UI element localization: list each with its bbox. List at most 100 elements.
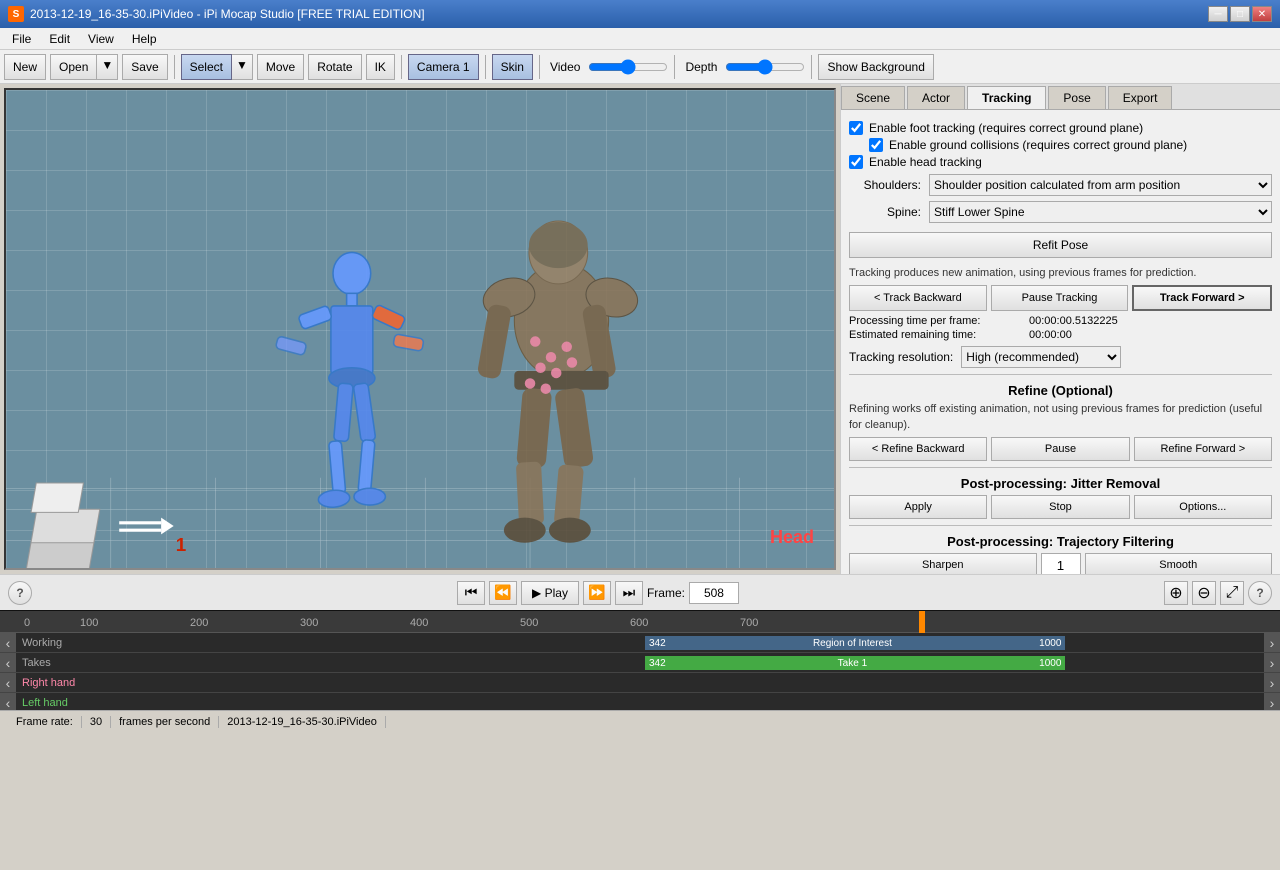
prev-frame-button[interactable]: ⏪ [489, 581, 517, 605]
next-frame-button[interactable]: ⏩ [583, 581, 611, 605]
timeline-takes-right[interactable]: › [1264, 653, 1280, 672]
save-button[interactable]: Save [122, 54, 167, 80]
toolbar-separator-6 [811, 55, 812, 79]
toolbar-separator-4 [539, 55, 540, 79]
last-frame-button[interactable]: ⏭ [615, 581, 643, 605]
tabs-bar: Scene Actor Tracking Pose Export [841, 84, 1280, 110]
timeline-left-nav[interactable]: ‹ [0, 633, 16, 652]
tab-export[interactable]: Export [1108, 86, 1173, 109]
ik-button[interactable]: IK [366, 54, 395, 80]
first-frame-button[interactable]: ⏮ [457, 581, 485, 605]
menu-edit[interactable]: Edit [41, 30, 78, 48]
refine-backward-button[interactable]: < Refine Backward [849, 437, 987, 461]
spine-label: Spine: [849, 205, 929, 219]
head-label: Head [770, 527, 814, 548]
menu-view[interactable]: View [80, 30, 122, 48]
pause-refine-button[interactable]: Pause [991, 437, 1129, 461]
apply-button[interactable]: Apply [849, 495, 987, 519]
refit-pose-button[interactable]: Refit Pose [849, 232, 1272, 258]
zoom-out-button[interactable]: ⊖ [1192, 581, 1216, 605]
trajectory-value-input[interactable] [1041, 553, 1081, 574]
titlebar-left: S 2013-12-19_16-35-30.iPiVideo - iPi Moc… [8, 6, 425, 22]
tab-pose[interactable]: Pose [1048, 86, 1105, 109]
tab-scene[interactable]: Scene [841, 86, 905, 109]
resolution-select[interactable]: LowMediumHigh (recommended)Ultra [961, 346, 1121, 368]
enable-foot-tracking-checkbox[interactable] [849, 121, 863, 135]
tracking-info: Tracking produces new animation, using p… [849, 266, 1272, 281]
enable-ground-collisions-checkbox[interactable] [869, 138, 883, 152]
menu-file[interactable]: File [4, 30, 39, 48]
minimize-button[interactable]: ─ [1208, 6, 1228, 22]
open-button[interactable]: Open [50, 54, 97, 80]
framerate-unit: frames per second [111, 716, 219, 728]
show-background-button[interactable]: Show Background [818, 54, 933, 80]
track-forward-button[interactable]: Track Forward > [1132, 285, 1272, 311]
close-button[interactable]: ✕ [1252, 6, 1272, 22]
enable-head-tracking-checkbox[interactable] [849, 155, 863, 169]
zoom-fit-button[interactable]: ⤢ [1220, 581, 1244, 605]
select-dropdown-arrow[interactable]: ▼ [232, 54, 253, 80]
rotate-button[interactable]: Rotate [308, 54, 361, 80]
takes-content: 342 Take 1 1000 [96, 653, 1264, 672]
tab-actor[interactable]: Actor [907, 86, 965, 109]
ground-collisions-row: Enable ground collisions (requires corre… [869, 138, 1272, 152]
shoulders-select[interactable]: Shoulder position calculated from arm po… [929, 174, 1272, 196]
titlebar-controls[interactable]: ─ □ ✕ [1208, 6, 1272, 22]
resolution-label: Tracking resolution: [849, 350, 961, 364]
tab-tracking[interactable]: Tracking [967, 86, 1046, 109]
menu-help[interactable]: Help [124, 30, 165, 48]
foot-tracking-row: Enable foot tracking (requires correct g… [849, 121, 1272, 135]
video-label: Video [546, 60, 584, 74]
ground-collisions-label: Enable ground collisions (requires corre… [889, 138, 1187, 152]
toolbar-separator-3 [485, 55, 486, 79]
framerate-label: Frame rate: [8, 716, 82, 728]
timeline-ruler: 0 100 200 300 400 500 600 700 [0, 611, 1280, 633]
open-dropdown[interactable]: Open ▼ [50, 54, 118, 80]
takes-label: Takes [16, 657, 96, 669]
options-button[interactable]: Options... [1134, 495, 1272, 519]
sharpen-button[interactable]: Sharpen [849, 553, 1037, 574]
processing-time-label: Processing time per frame: [849, 315, 1029, 327]
depth-slider[interactable] [725, 58, 805, 76]
processing-time-row: Processing time per frame: 00:00:00.5132… [849, 315, 1272, 327]
camera-button[interactable]: Camera 1 [408, 54, 479, 80]
svg-text:400: 400 [410, 617, 428, 629]
video-slider[interactable] [588, 58, 668, 76]
takes-bar-start: 342 [649, 658, 666, 669]
jitter-title: Post-processing: Jitter Removal [849, 476, 1272, 491]
select-dropdown[interactable]: Select ▼ [181, 54, 253, 80]
move-button[interactable]: Move [257, 54, 304, 80]
shoulders-row: Shoulders: Shoulder position calculated … [849, 174, 1272, 196]
frame-input[interactable] [689, 582, 739, 604]
smooth-button[interactable]: Smooth [1085, 553, 1273, 574]
timeline[interactable]: 0 100 200 300 400 500 600 700 ‹ Working … [0, 610, 1280, 710]
refine-title: Refine (Optional) [849, 383, 1272, 398]
playback-right: ⊕ ⊖ ⤢ ? [1164, 581, 1272, 605]
divider-1 [849, 374, 1272, 375]
skin-button[interactable]: Skin [492, 54, 533, 80]
pause-tracking-button[interactable]: Pause Tracking [991, 285, 1129, 311]
svg-text:300: 300 [300, 617, 318, 629]
resolution-row: Tracking resolution: LowMediumHigh (reco… [849, 346, 1272, 368]
maximize-button[interactable]: □ [1230, 6, 1250, 22]
open-dropdown-arrow[interactable]: ▼ [97, 54, 118, 80]
divider-3 [849, 525, 1272, 526]
timeline-right-nav[interactable]: › [1264, 633, 1280, 652]
track-backward-button[interactable]: < Track Backward [849, 285, 987, 311]
play-button[interactable]: ▶ Play [521, 581, 579, 605]
spine-select[interactable]: Stiff Lower Spine [929, 201, 1272, 223]
playback-center: ⏮ ⏪ ▶ Play ⏩ ⏭ Frame: [457, 581, 739, 605]
help-button-right[interactable]: ? [1248, 581, 1272, 605]
help-button-left[interactable]: ? [8, 581, 32, 605]
trajectory-title: Post-processing: Trajectory Filtering [849, 534, 1272, 549]
stop-button[interactable]: Stop [991, 495, 1129, 519]
refine-forward-button[interactable]: Refine Forward > [1134, 437, 1272, 461]
viewport[interactable]: 1 Head [4, 88, 836, 570]
shoulders-label: Shoulders: [849, 178, 929, 192]
new-button[interactable]: New [4, 54, 46, 80]
select-button[interactable]: Select [181, 54, 232, 80]
timeline-takes-left[interactable]: ‹ [0, 653, 16, 672]
playback-left: ? [8, 581, 32, 605]
zoom-in-button[interactable]: ⊕ [1164, 581, 1188, 605]
viewport-scene: 1 [6, 90, 834, 570]
